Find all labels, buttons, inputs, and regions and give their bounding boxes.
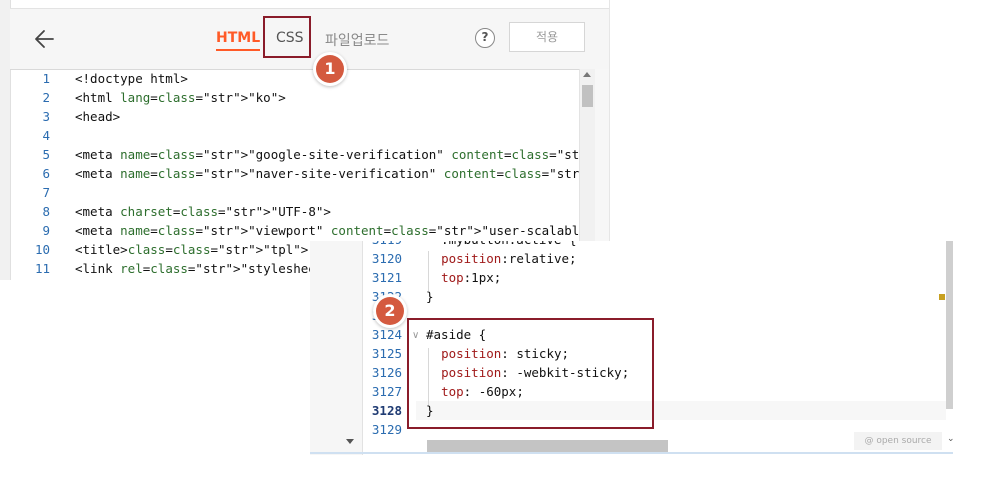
line-number: 5: [42, 147, 50, 162]
line-number: 2: [42, 90, 50, 105]
tab-html[interactable]: HTML: [216, 30, 261, 51]
code-line: position: -webkit-sticky;: [441, 365, 630, 380]
line-number: 3125: [371, 346, 402, 361]
code-line: <html lang=class="str">"ko">: [75, 90, 286, 105]
overview-marker: [939, 294, 945, 300]
code-line: position: sticky;: [441, 346, 570, 361]
line-number: 1: [42, 71, 50, 86]
code-line: .mybutton:active {: [426, 241, 576, 247]
line-number: 4: [42, 128, 50, 143]
line-number: 11: [34, 261, 50, 276]
css-editor-panel: ∨ ∨ @ open source ⌄ 3119 .mybutton:activ…: [310, 241, 953, 455]
back-arrow-icon[interactable]: [32, 26, 58, 52]
code-line: position:relative;: [441, 251, 577, 266]
step-badge-1: 1: [316, 55, 344, 83]
help-icon[interactable]: ?: [475, 28, 495, 48]
left-gutter: [310, 241, 363, 455]
code-line: <meta name=class="str">"naver-site-verif…: [75, 166, 609, 181]
line-number: 3126: [371, 365, 402, 380]
bottom-border: [310, 452, 953, 454]
line-number: 9: [42, 223, 50, 238]
editor-toolbar: HTML CSS 파일업로드 ? 적용: [10, 8, 609, 70]
apply-button[interactable]: 적용: [509, 22, 585, 52]
code-line: <head>: [75, 109, 121, 124]
line-number: 10: [34, 242, 50, 257]
line-number: 3119: [362, 241, 402, 247]
scroll-up-icon[interactable]: [583, 72, 591, 77]
code-line: top: -60px;: [441, 384, 524, 399]
code-line: <meta name=class="str">"viewport" conten…: [75, 223, 610, 238]
tab-file-upload[interactable]: 파일업로드: [325, 30, 389, 50]
fold-icon[interactable]: ∨: [412, 241, 419, 244]
code-line: #aside {: [426, 327, 487, 342]
line-number: 3124: [371, 327, 402, 342]
line-number: 6: [42, 166, 50, 181]
scroll-down-icon[interactable]: [346, 439, 354, 444]
code-line: top:1px;: [441, 270, 502, 285]
horizontal-scrollbar-thumb[interactable]: [427, 440, 668, 452]
code-line: <meta name=class="str">"google-site-veri…: [75, 147, 609, 162]
line-number: 3: [42, 109, 50, 124]
step-badge-2: 2: [376, 297, 404, 325]
code-line: <!doctype html>: [75, 71, 188, 86]
line-number: 3120: [371, 251, 402, 266]
vertical-scrollbar-thumb[interactable]: [946, 241, 953, 409]
code-line: <meta charset=class="str">"UTF-8">: [75, 204, 331, 219]
line-number: 3121: [371, 270, 402, 285]
line-number: 3128: [371, 403, 402, 418]
html-editor-panel: HTML CSS 파일업로드 ? 적용 1 <!doctype html> 2 <ht…: [0, 0, 610, 280]
line-number: 7: [42, 185, 50, 200]
chevron-down-icon[interactable]: ⌄: [947, 434, 953, 444]
line-number: 8: [42, 204, 50, 219]
scrollbar-thumb[interactable]: [582, 85, 593, 107]
line-number: 3127: [371, 384, 402, 399]
code-line: }: [426, 289, 434, 304]
tab-css[interactable]: CSS: [276, 30, 304, 46]
line-number: 3129: [371, 422, 402, 437]
open-source-label[interactable]: @ open source: [854, 432, 942, 450]
code-line: }: [426, 403, 434, 418]
